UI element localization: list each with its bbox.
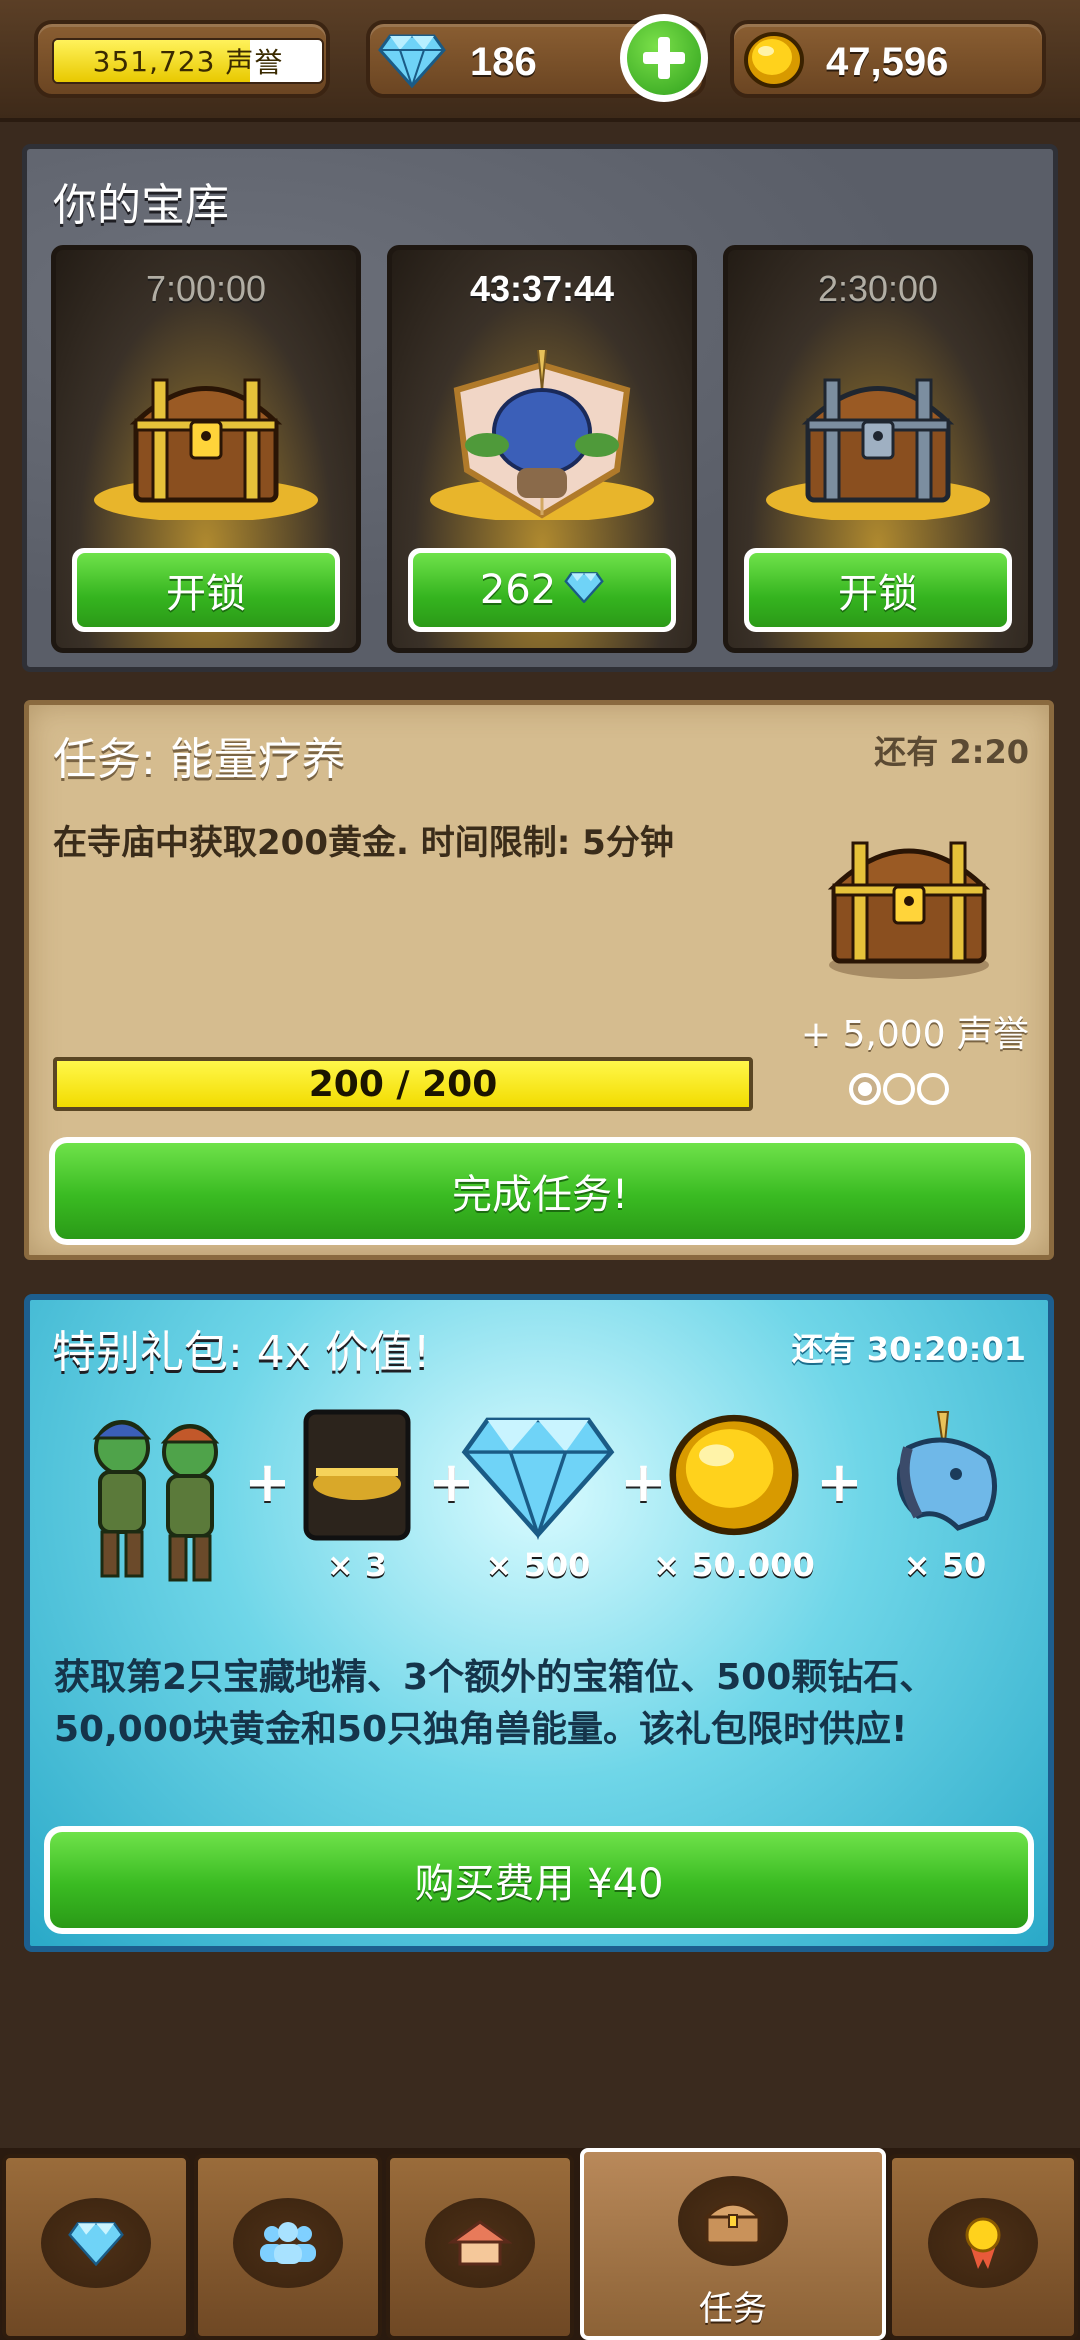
medal-icon [928, 2198, 1038, 2288]
pack-item-gold: × 50.000 [644, 1408, 824, 1584]
chest-timer: 43:37:44 [469, 268, 615, 309]
quest-reward: + 5,000 声誉 [800, 1014, 1029, 1055]
chest-slot-3[interactable]: 2:30:00 开锁 [723, 245, 1033, 653]
quest-rank-slots [849, 1073, 949, 1105]
vault-title: 你的宝库 [53, 180, 229, 231]
pack-item-qty: × 500 [485, 1546, 591, 1584]
gold-pill: 47,596 [730, 20, 1046, 98]
people-icon [233, 2198, 343, 2288]
quest-progress-bar: 200 / 200 [53, 1057, 753, 1111]
chest-timer: 2:30:00 [817, 268, 939, 309]
plus-icon [627, 21, 701, 95]
tab-quests[interactable]: 任务 [580, 2148, 886, 2340]
plus-icon: + [816, 1450, 863, 1515]
tab-social[interactable] [194, 2154, 382, 2340]
unicorn-icon [896, 1411, 998, 1531]
quest-description: 在寺庙中获取200黄金. 时间限制: 5分钟 [53, 823, 674, 863]
gold-count: 47,596 [826, 40, 949, 84]
complete-quest-label: 完成任务! [451, 1172, 629, 1218]
unicorn-shield-icon [430, 350, 654, 520]
vault-panel: 你的宝库 7:00:00 开锁 43:37:44 262 2:30:00 开锁 [22, 144, 1058, 672]
gem-icon [461, 1417, 615, 1541]
pack-item-qty: × 50.000 [653, 1546, 815, 1584]
special-pack-description: 获取第2只宝藏地精、3个额外的宝箱位、500颗钻石、50,000块黄金和50只独… [54, 1657, 936, 1750]
pack-item-qty: × 3 [326, 1546, 388, 1584]
unlock-label: 开锁 [838, 571, 918, 617]
gems-count: 186 [470, 40, 537, 84]
pack-item-goblins [72, 1408, 242, 1592]
special-pack-time-left: 还有 30:20:01 [791, 1330, 1026, 1368]
chest-slot-1[interactable]: 7:00:00 开锁 [51, 245, 361, 653]
special-pack-title: 特别礼包: 4x 价值! [52, 1327, 431, 1378]
complete-quest-button[interactable]: 完成任务! [49, 1137, 1031, 1245]
buy-pack-button[interactable]: 购买费用 ¥40 [44, 1826, 1034, 1934]
reputation-pill: 351,723 声誉 [34, 20, 330, 98]
quest-title: 任务: 能量疗养 [53, 734, 346, 785]
special-pack-panel: 特别礼包: 4x 价值! 还有 30:20:01 + × 3 + × 500 +… [24, 1294, 1054, 1952]
gem-icon [378, 32, 446, 88]
quest-time-left: 还有 2:20 [874, 733, 1029, 771]
quest-panel: 任务: 能量疗养 还有 2:20 在寺庙中获取200黄金. 时间限制: 5分钟 … [24, 700, 1054, 1260]
silver-chest-icon [766, 378, 990, 520]
unlock-button[interactable]: 开锁 [744, 548, 1012, 632]
rank-slot-icon [883, 1073, 915, 1105]
rank-slot-icon [849, 1073, 881, 1105]
tab-home[interactable] [386, 2154, 574, 2340]
top-resource-bar: 351,723 声誉 186 47,596 [0, 0, 1080, 122]
quest-progress-text: 200 / 200 [308, 1063, 498, 1105]
chest-icon [678, 2176, 788, 2266]
reputation-value: 351,723 [92, 44, 216, 78]
tab-achievements[interactable] [888, 2154, 1078, 2340]
pack-item-gems: × 500 [458, 1408, 618, 1584]
pack-item-chest-slots: × 3 [292, 1408, 422, 1584]
speedup-cost: 262 [479, 567, 557, 613]
gold-chest-icon [94, 378, 318, 520]
buy-gems-button[interactable] [620, 14, 708, 102]
reputation-bar: 351,723 声誉 [52, 38, 324, 84]
unlock-button[interactable]: 开锁 [72, 548, 340, 632]
reputation-unit: 声誉 [225, 46, 284, 79]
reward-chest-icon [827, 841, 991, 979]
tab-shop[interactable] [2, 2154, 190, 2340]
chest-slot-2[interactable]: 43:37:44 262 [387, 245, 697, 653]
unlock-label: 开锁 [166, 571, 246, 617]
gem-icon [564, 567, 604, 613]
goblins-icon [92, 1420, 220, 1582]
tab-quests-label: 任务 [699, 2289, 767, 2329]
gold-coin-icon [669, 1414, 799, 1536]
house-icon [425, 2198, 535, 2288]
speedup-gems-button[interactable]: 262 [408, 548, 676, 632]
plus-icon: + [244, 1450, 291, 1515]
gold-coin-icon [742, 30, 806, 90]
buy-pack-label: 购买费用 ¥40 [414, 1861, 664, 1907]
gem-icon [41, 2198, 151, 2288]
rank-slot-icon [917, 1073, 949, 1105]
chest-timer: 7:00:00 [145, 268, 267, 309]
chest-slot-icon [303, 1409, 411, 1541]
bottom-nav: 任务 [0, 2148, 1080, 2340]
pack-item-unicorn: × 50 [870, 1408, 1020, 1584]
pack-item-qty: × 50 [903, 1546, 987, 1584]
